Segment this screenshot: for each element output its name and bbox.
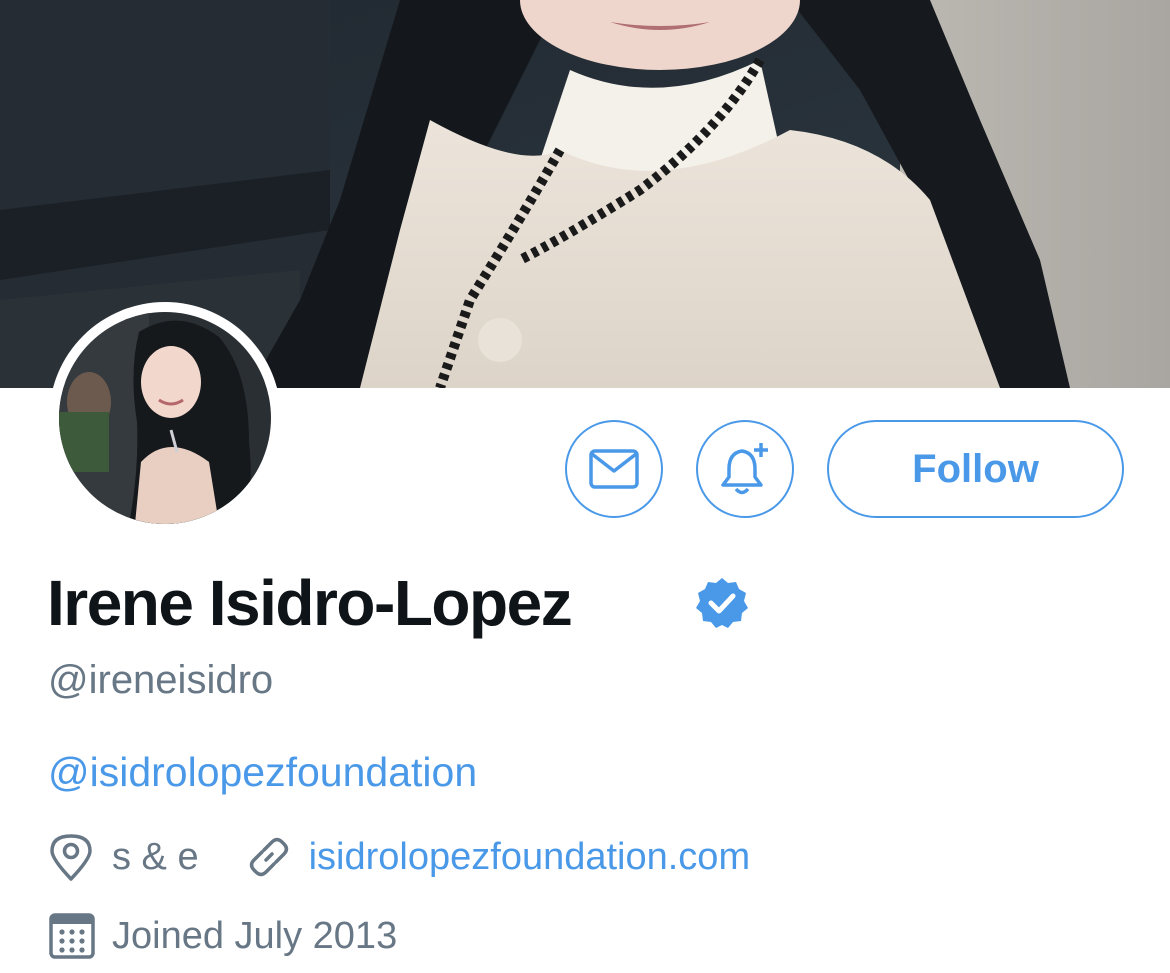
avatar[interactable] — [49, 302, 281, 534]
mail-icon — [589, 449, 639, 489]
location-pin-icon — [48, 833, 94, 881]
notifications-button[interactable] — [696, 420, 794, 518]
username-handle: @ireneisidro — [48, 658, 274, 702]
bio-mention-link[interactable]: @isidrolopezfoundation — [48, 747, 477, 797]
display-name: Irene Isidro-Lopez — [47, 567, 573, 639]
joined-row: Joined July 2013 — [48, 912, 397, 960]
location-text: s & e — [112, 836, 199, 878]
avatar-image — [59, 312, 271, 524]
message-button[interactable] — [565, 420, 663, 518]
follow-button[interactable]: Follow — [827, 420, 1124, 518]
joined-date: Joined July 2013 — [112, 915, 398, 957]
link-icon — [245, 833, 293, 881]
verified-badge-icon — [694, 575, 750, 631]
profile-meta-row: s & e isidrolopezfoundation.com — [48, 833, 750, 881]
calendar-icon — [48, 912, 96, 960]
website-link[interactable]: isidrolopezfoundation.com — [309, 834, 751, 880]
bell-plus-icon — [717, 441, 773, 497]
